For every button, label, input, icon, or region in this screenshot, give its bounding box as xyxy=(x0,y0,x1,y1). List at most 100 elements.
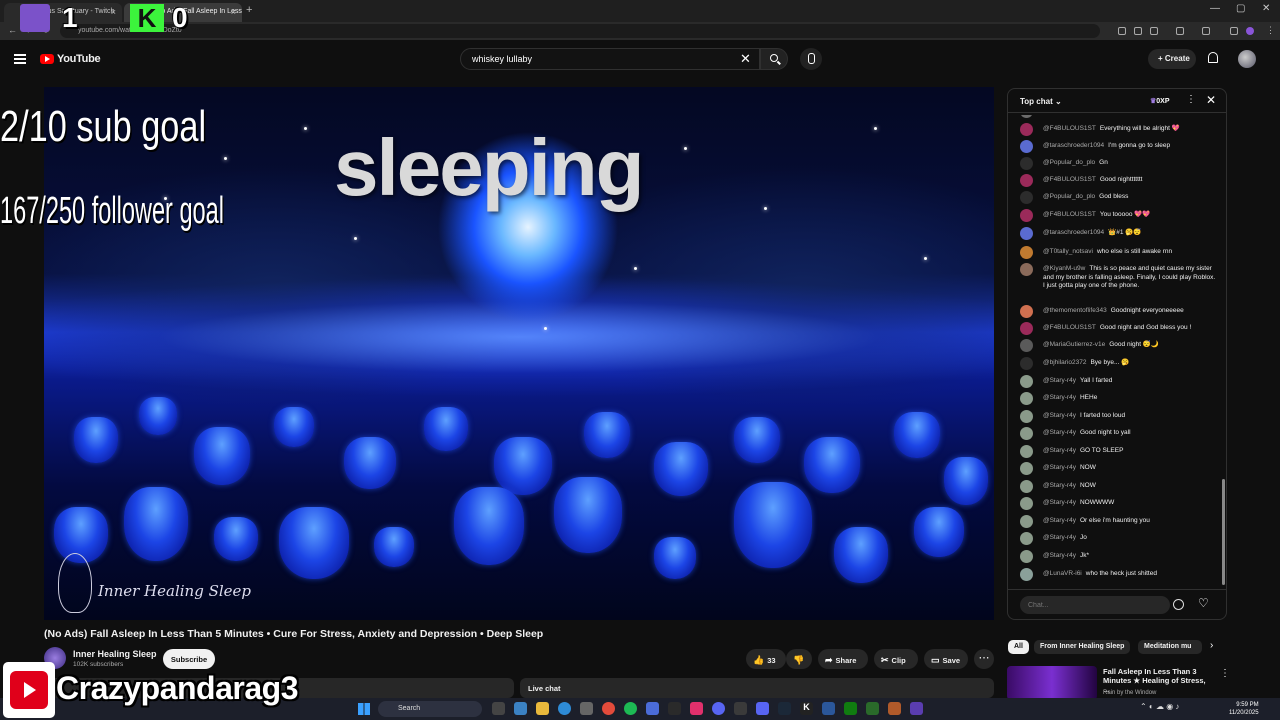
chat-message[interactable]: @KiyanM-u9w This is so peace and quiet ca… xyxy=(1020,263,1216,291)
system-tray-icons[interactable]: ⌃ ◐ ☁ ◉ ♪ xyxy=(1140,702,1200,715)
heart-icon[interactable]: ♡ xyxy=(1198,596,1209,610)
sidebar-icon[interactable] xyxy=(1202,27,1210,35)
xbox-icon[interactable] xyxy=(844,702,857,715)
subscribe-button[interactable]: Subscribe xyxy=(163,649,215,669)
extensions-puzzle-icon[interactable] xyxy=(1176,27,1184,35)
file-explorer-icon[interactable] xyxy=(536,702,549,715)
chat-mode-dropdown[interactable]: Top chat ⌄ xyxy=(1020,97,1062,106)
chat-message[interactable]: @Stary-r4y Jk* xyxy=(1020,550,1216,563)
chat-author-avatar[interactable] xyxy=(1020,445,1033,458)
chat-more-icon[interactable]: ⋮ xyxy=(1186,94,1196,105)
related-video-thumbnail[interactable] xyxy=(1007,666,1097,700)
chat-author-name[interactable]: @Stary-r4y xyxy=(1043,412,1076,419)
chat-author-avatar[interactable] xyxy=(1020,497,1033,510)
windows-start-icon[interactable] xyxy=(358,703,370,715)
chat-message[interactable]: @Stary-r4y HEHe xyxy=(1020,392,1216,405)
voice-search-icon[interactable] xyxy=(800,48,822,70)
steam-icon[interactable] xyxy=(778,702,791,715)
chat-author-name[interactable]: @Stary-r4y xyxy=(1043,517,1076,524)
clear-search-icon[interactable]: ✕ xyxy=(740,51,751,67)
youtube-wordmark[interactable]: YouTube xyxy=(57,53,101,65)
chat-author-avatar[interactable] xyxy=(1020,140,1033,153)
chat-message[interactable]: @taraschroeder1094 👑#1 🥱😴 xyxy=(1020,227,1216,240)
notifications-bell-icon[interactable] xyxy=(1208,52,1218,63)
chat-author-avatar[interactable] xyxy=(1020,322,1033,335)
chat-author-avatar[interactable] xyxy=(1020,550,1033,563)
chat-message[interactable]: @Stary-r4y Jo xyxy=(1020,532,1216,545)
chat-author-avatar[interactable] xyxy=(1020,157,1033,170)
app-icon[interactable] xyxy=(668,702,681,715)
chat-author-name[interactable]: @F4BULOUS1ST xyxy=(1043,324,1096,331)
chat-author-name[interactable]: @Stary-r4y xyxy=(1043,552,1076,559)
chat-message[interactable]: @Popular_do_plo God bless xyxy=(1020,191,1216,204)
related-more-icon[interactable]: ⋮ xyxy=(1220,668,1230,679)
chat-message[interactable]: @F4BULOUS1ST Good nighttttttt xyxy=(1020,174,1216,187)
app-icon[interactable] xyxy=(646,702,659,715)
chat-author-name[interactable]: @Stary-r4y xyxy=(1043,377,1076,384)
chat-message[interactable]: @Stary-r4y Or else i'm haunting you xyxy=(1020,515,1216,528)
chat-author-name[interactable]: @Popular_do_plo xyxy=(1043,193,1095,200)
save-button[interactable]: ▭ Save xyxy=(924,649,968,669)
chat-message[interactable]: @F4BULOUS1ST Good night and God bless you… xyxy=(1020,322,1216,335)
chat-author-avatar[interactable] xyxy=(1020,410,1033,423)
chrome-icon[interactable] xyxy=(602,702,615,715)
new-tab-icon[interactable]: + xyxy=(246,4,252,16)
chat-author-avatar[interactable] xyxy=(1020,462,1033,475)
chat-message[interactable]: @bjhilario2372 Bye bye... 🥱 xyxy=(1020,357,1216,370)
chat-message[interactable]: @Stary-r4y NOWWWW xyxy=(1020,497,1216,510)
task-view-icon[interactable] xyxy=(492,702,505,715)
bookmark-star-icon[interactable] xyxy=(1150,27,1158,35)
close-chat-icon[interactable]: ✕ xyxy=(1206,93,1216,107)
chat-author-name[interactable]: @Stary-r4y xyxy=(1043,394,1076,401)
search-input[interactable]: whiskey lullaby xyxy=(460,48,760,70)
share-button[interactable]: ➦ Share xyxy=(818,649,868,669)
chat-author-avatar[interactable] xyxy=(1020,246,1033,259)
close-tab-icon[interactable]: × xyxy=(231,7,236,17)
close-window-icon[interactable]: ✕ xyxy=(1262,3,1270,14)
chat-author-name[interactable]: @F4BULOUS1ST xyxy=(1043,211,1096,218)
chat-author-avatar[interactable] xyxy=(1020,375,1033,388)
chat-message-list[interactable]: @Popular_do_ploYo@F4BULOUS1STEverything … xyxy=(1008,115,1226,585)
account-avatar[interactable] xyxy=(1238,50,1256,68)
chat-message[interactable]: @Stary-r4y NOW xyxy=(1020,480,1216,493)
dislike-button[interactable]: 👎 xyxy=(786,649,812,669)
chat-message[interactable]: @LunaVR-i6i who the heck just shitted xyxy=(1020,568,1216,581)
chat-message[interactable]: @Popular_do_plo Gn xyxy=(1020,157,1216,170)
chat-author-avatar[interactable] xyxy=(1020,480,1033,493)
chat-author-avatar[interactable] xyxy=(1020,174,1033,187)
discord-icon[interactable] xyxy=(712,702,725,715)
maximize-icon[interactable]: ▢ xyxy=(1236,3,1245,14)
chat-author-avatar[interactable] xyxy=(1020,305,1033,318)
chat-scrollbar[interactable] xyxy=(1222,479,1225,585)
chat-author-name[interactable]: @LunaVR-i6i xyxy=(1043,570,1082,577)
widgets-icon[interactable] xyxy=(514,702,527,715)
chat-author-name[interactable]: @F4BULOUS1ST xyxy=(1043,176,1096,183)
zoom-icon[interactable] xyxy=(1134,27,1142,35)
back-icon[interactable]: ← xyxy=(8,25,17,35)
chat-author-avatar[interactable] xyxy=(1020,515,1033,528)
extension-icon[interactable] xyxy=(1118,27,1126,35)
chat-author-avatar[interactable] xyxy=(1020,392,1033,405)
chat-message[interactable]: @T0tally_notsavi who else is still awake … xyxy=(1020,246,1216,259)
clip-button[interactable]: ✂ Clip xyxy=(874,649,918,669)
taskbar-search[interactable]: Search xyxy=(378,701,482,717)
chat-author-avatar[interactable] xyxy=(1020,339,1033,352)
chat-author-avatar[interactable] xyxy=(1020,209,1033,222)
chat-message[interactable]: @Popular_do_ploYo xyxy=(1020,115,1216,118)
app-icon[interactable] xyxy=(822,702,835,715)
minimize-icon[interactable]: — xyxy=(1210,3,1220,14)
tiktok-icon[interactable] xyxy=(690,702,703,715)
more-actions-icon[interactable]: ⋯ xyxy=(974,649,994,669)
chat-author-name[interactable]: @F4BULOUS1ST xyxy=(1043,125,1096,132)
app-icon[interactable] xyxy=(910,702,923,715)
app-icon[interactable] xyxy=(866,702,879,715)
chat-message[interactable]: @F4BULOUS1ST You tooooo 💖💖 xyxy=(1020,209,1216,222)
url-field[interactable]: youtube.com/watch?v=...CIDoZt0 xyxy=(60,24,1100,38)
store-icon[interactable] xyxy=(580,702,593,715)
chat-author-name[interactable]: @themomentoflife343 xyxy=(1043,307,1107,314)
video-player[interactable]: sleeping Inner Healing Sleep xyxy=(44,87,994,620)
chat-message[interactable]: @Stary-r4y Yall I farted xyxy=(1020,375,1216,388)
chat-author-avatar[interactable] xyxy=(1020,123,1033,136)
chat-author-avatar[interactable] xyxy=(1020,191,1033,204)
chat-author-name[interactable]: @Stary-r4y xyxy=(1043,429,1076,436)
